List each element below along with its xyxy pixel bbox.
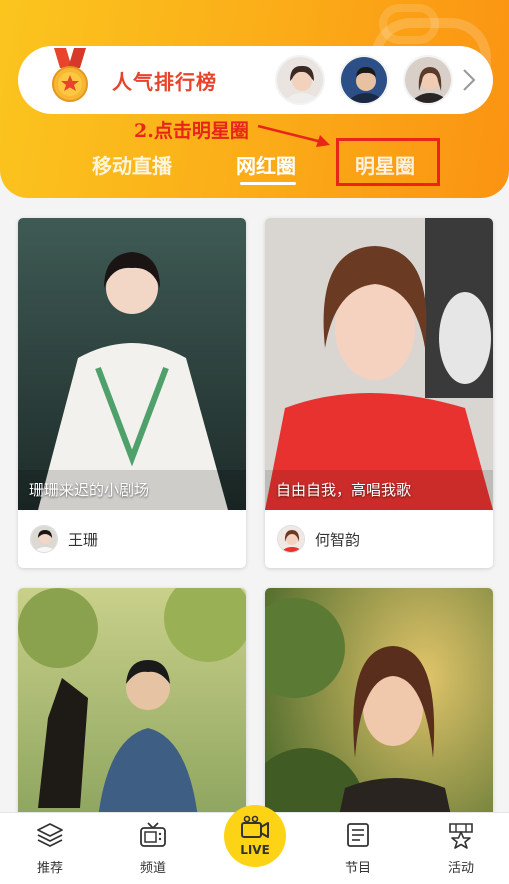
arrow-icon [257,124,330,147]
nav-recommend[interactable]: 推荐 [10,813,90,884]
avatar[interactable] [277,525,305,553]
tab-mobile-live[interactable]: 移动直播 [92,150,172,179]
decor-shape [379,4,439,44]
avatar[interactable] [275,55,325,105]
active-tab-indicator [240,182,296,185]
bottom-nav: 推荐 频道 LIVE 节目 活动 [0,805,509,884]
highlight-box [336,138,440,186]
nav-label: 活动 [447,861,474,876]
avatar[interactable] [30,525,58,553]
camera-icon [241,815,269,838]
card-thumbnail: 自由自我，高唱我歌 [265,218,493,510]
card-footer: 何智韵 [265,510,493,568]
nav-label: 频道 [139,861,166,876]
tv-icon [140,822,166,847]
nav-events[interactable]: 活动 [421,813,501,884]
ranking-title: 人气排行榜 [112,70,217,94]
ranking-bar[interactable]: 人气排行榜 [18,46,493,114]
avatar[interactable] [339,55,389,105]
video-card[interactable]: 自由自我，高唱我歌 何智韵 [265,218,493,568]
author-name[interactable]: 何智韵 [315,529,360,550]
nav-label: 节目 [344,861,371,876]
app-root: 人气排行榜 移动直播 网红圈 明星圈 2.点击明星圈 珊珊来迟的小剧场 王珊 自… [0,0,509,884]
layers-icon [37,823,63,847]
nav-label: LIVE [240,843,270,857]
ranking-avatars [275,55,453,105]
author-name[interactable]: 王珊 [68,529,98,550]
video-card[interactable]: 珊珊来迟的小剧场 王珊 [18,218,246,568]
nav-live[interactable]: LIVE [224,805,286,867]
card-caption: 自由自我，高唱我歌 [276,481,412,499]
tutorial-annotation: 2.点击明星圈 [134,120,249,142]
nav-programs[interactable]: 节目 [318,813,398,884]
tab-influencer[interactable]: 网红圈 [236,150,296,179]
card-caption: 珊珊来迟的小剧场 [29,481,150,499]
star-flag-icon [449,823,473,849]
avatar[interactable] [403,55,453,105]
nav-label: 推荐 [36,861,63,876]
nav-channel[interactable]: 频道 [113,813,193,884]
medal-icon [52,48,88,102]
card-footer: 王珊 [18,510,246,568]
chevron-right-icon[interactable] [461,68,477,92]
document-icon [347,823,369,847]
card-thumbnail: 珊珊来迟的小剧场 [18,218,246,510]
